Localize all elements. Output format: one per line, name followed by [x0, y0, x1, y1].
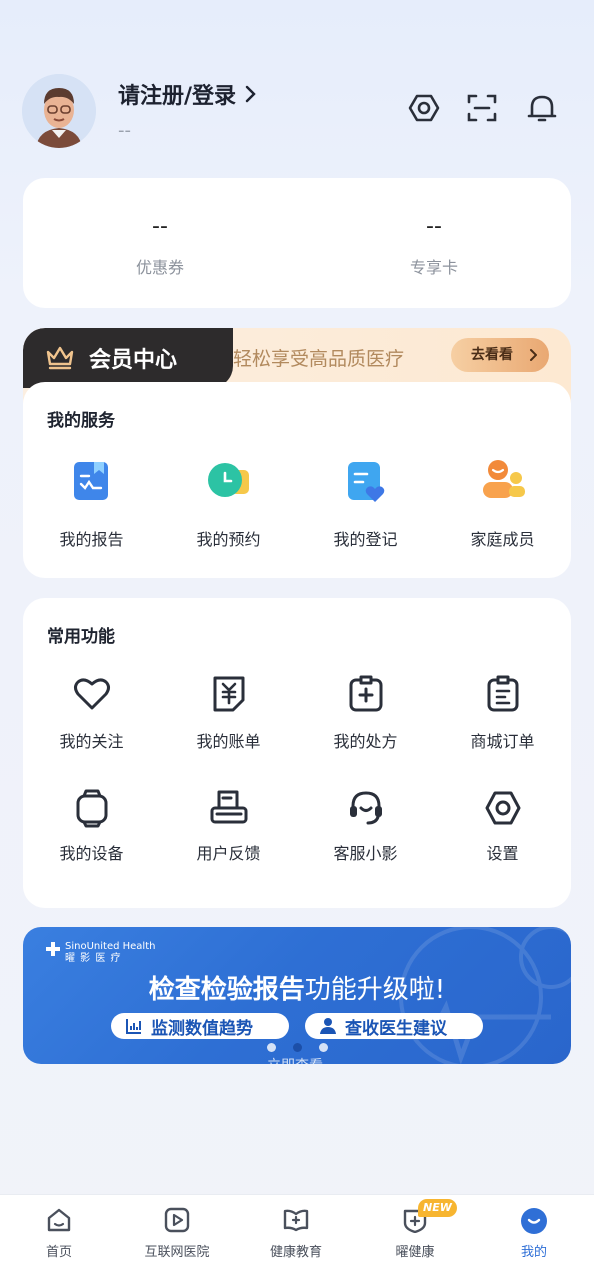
function-item-prescription[interactable]: 我的处方	[297, 674, 434, 752]
function-label: 我的处方	[333, 732, 398, 751]
service-item-registration[interactable]: 我的登记	[297, 458, 434, 550]
nav-item-health[interactable]: NEW 曜健康	[356, 1195, 474, 1280]
function-item-feedback[interactable]: 用户反馈	[160, 788, 297, 864]
report-icon	[73, 462, 108, 500]
logo-cross-icon	[46, 942, 60, 956]
family-icon	[482, 460, 525, 498]
member-go-button[interactable]: 去看看	[451, 338, 549, 372]
function-label: 设置	[486, 844, 519, 863]
avatar[interactable]	[22, 74, 96, 148]
carousel-dot-active[interactable]	[292, 1043, 302, 1052]
function-label: 我的关注	[59, 732, 124, 751]
scan-icon[interactable]	[466, 92, 498, 124]
nav-item-mine[interactable]: 我的	[475, 1195, 593, 1280]
common-title: 常用功能	[47, 627, 115, 647]
settings-icon	[485, 791, 520, 825]
member-slogan: 轻松享受高品质医疗	[233, 348, 405, 370]
nav-label: 健康教育	[269, 1245, 322, 1260]
login-link[interactable]: 请注册/登录	[118, 78, 258, 110]
nav-item-education[interactable]: 健康教育	[237, 1195, 355, 1280]
nav-label: 我的	[520, 1245, 547, 1260]
new-badge: NEW	[418, 1199, 457, 1217]
promo-title: 检查检验报告功能升级啦!	[23, 969, 571, 1006]
function-item-settings[interactable]: 设置	[434, 788, 571, 864]
nav-item-hospital[interactable]: 互联网医院	[118, 1195, 236, 1280]
heart-icon	[73, 678, 110, 710]
trend-pill-label: 监测数值趋势	[151, 1018, 253, 1039]
service-item-family[interactable]: 家庭成员	[434, 458, 571, 550]
function-label: 客服小影	[333, 844, 398, 863]
carousel-dots[interactable]	[23, 1043, 571, 1052]
promo-logo: SinoUnited Health 曜 影 医 疗	[45, 941, 155, 965]
service-item-report[interactable]: 我的报告	[23, 458, 160, 550]
home-icon	[47, 1208, 71, 1232]
function-item-device[interactable]: 我的设备	[23, 788, 160, 864]
doctor-pill-label: 查收医生建议	[345, 1018, 447, 1039]
feedback-icon	[210, 790, 247, 824]
service-label: 我的预约	[196, 530, 261, 549]
member-center-tab[interactable]: 会员中心	[23, 328, 233, 388]
service-label: 我的报告	[59, 530, 124, 549]
logo-en: SinoUnited Health	[65, 941, 156, 952]
settings-icon[interactable]	[408, 92, 440, 124]
bell-icon[interactable]	[526, 92, 558, 124]
profile-icon	[521, 1208, 547, 1234]
order-icon	[487, 675, 518, 712]
function-label: 我的设备	[59, 844, 124, 863]
card-value: --	[426, 214, 442, 239]
login-title: 请注册/登录	[118, 84, 237, 109]
function-item-follow[interactable]: 我的关注	[23, 674, 160, 752]
education-icon	[283, 1209, 309, 1232]
registration-icon	[347, 462, 384, 502]
avatar-illustration	[22, 74, 96, 148]
card-label: 专享卡	[409, 258, 458, 277]
function-label: 商城订单	[470, 732, 535, 751]
stats-card: -- 优惠券 -- 专享卡	[23, 178, 571, 308]
promo-title-bold: 检查检验报告	[148, 975, 305, 1005]
nav-item-home[interactable]: 首页	[0, 1195, 118, 1280]
chart-icon	[126, 1019, 141, 1034]
function-label: 用户反馈	[196, 844, 261, 863]
nav-label: 曜健康	[395, 1245, 435, 1260]
coupon-stat[interactable]: -- 优惠券	[23, 214, 297, 278]
function-item-bill[interactable]: 我的账单	[160, 674, 297, 752]
nav-label: 首页	[45, 1245, 72, 1260]
hospital-icon	[164, 1207, 190, 1233]
carousel-dot[interactable]	[266, 1043, 276, 1052]
bottom-nav: 首页 互联网医院 健康教育 NEW 曜健康 我的	[0, 1194, 594, 1280]
headset-icon	[349, 791, 382, 825]
promo-more-link[interactable]: 立即查看	[267, 1055, 323, 1064]
service-item-appointment[interactable]: 我的预约	[160, 458, 297, 550]
promo-title-rest: 功能升级啦!	[304, 975, 446, 1005]
prescription-icon	[349, 675, 382, 712]
service-label: 家庭成员	[470, 530, 535, 549]
coupon-label: 优惠券	[135, 258, 184, 277]
doctor-pill[interactable]: 查收医生建议	[305, 1013, 483, 1039]
crown-icon	[46, 346, 74, 370]
member-button-label: 去看看	[471, 347, 513, 363]
promo-banner[interactable]: SinoUnited Health 曜 影 医 疗 检查检验报告功能升级啦! 监…	[23, 927, 571, 1064]
bill-icon	[213, 676, 244, 712]
watch-icon	[76, 789, 107, 828]
function-label: 我的账单	[196, 732, 261, 751]
services-title: 我的服务	[47, 411, 115, 431]
member-title: 会员中心	[89, 348, 178, 373]
appointment-icon	[207, 463, 249, 497]
user-subtitle: --	[118, 120, 131, 141]
logo-cn: 曜 影 医 疗	[65, 953, 122, 964]
coupon-value: --	[152, 214, 168, 239]
common-functions-card: 常用功能 我的关注 我的账单 我的处方 商城订单 我的设备 用户反馈 客服小影 …	[23, 598, 571, 908]
service-label: 我的登记	[333, 530, 398, 549]
card-stat[interactable]: -- 专享卡	[297, 214, 571, 278]
trend-pill[interactable]: 监测数值趋势	[111, 1013, 289, 1039]
chevron-right-icon	[245, 85, 256, 103]
function-item-order[interactable]: 商城订单	[434, 674, 571, 752]
function-item-service[interactable]: 客服小影	[297, 788, 434, 864]
nav-label: 互联网医院	[144, 1245, 210, 1260]
carousel-dot[interactable]	[318, 1043, 328, 1052]
chevron-right-icon	[530, 349, 537, 361]
doctor-icon	[320, 1018, 336, 1034]
my-services-card: 我的服务 我的报告 我的预约 我的登记 家庭成员	[23, 382, 571, 578]
